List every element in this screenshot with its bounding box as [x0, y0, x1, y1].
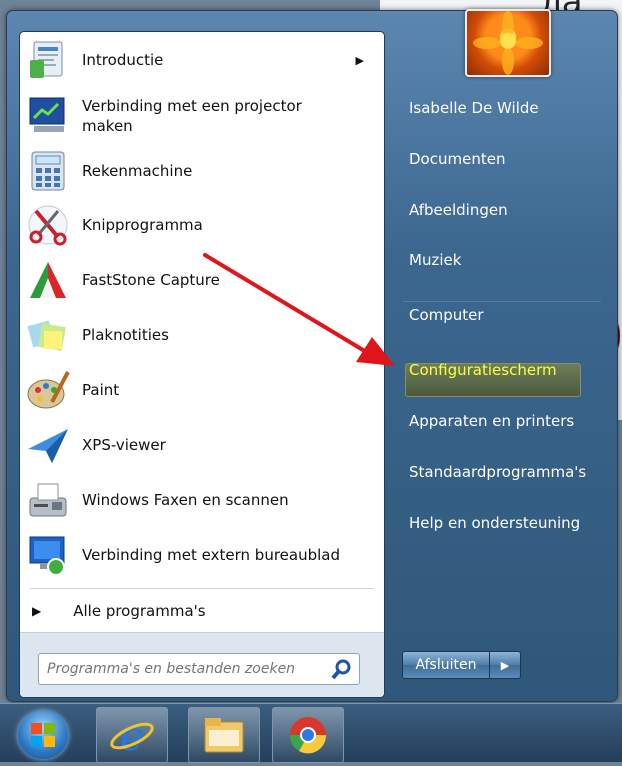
submenu-arrow-icon[interactable]: ▶	[356, 54, 364, 67]
link-isabelle-de-wilde[interactable]: Isabelle De Wilde	[409, 99, 539, 117]
remote-desktop-icon	[26, 533, 70, 577]
program-introductie[interactable]: Introductie ▶	[26, 38, 378, 82]
program-windows-faxen-en-scannen[interactable]: Windows Faxen en scannen	[26, 477, 378, 523]
link-help-en-ondersteuning[interactable]: Help en ondersteuning	[409, 514, 580, 532]
program-paint[interactable]: Paint	[26, 367, 378, 413]
start-button[interactable]	[18, 711, 68, 759]
user-picture[interactable]	[465, 9, 551, 77]
program-knipprogramma[interactable]: Knipprogramma	[26, 202, 378, 248]
search-icon[interactable]	[329, 656, 355, 682]
taskbar-internet-explorer[interactable]: e	[96, 707, 168, 763]
projector-icon	[26, 94, 70, 138]
taskbar: e	[0, 703, 622, 763]
faststone-icon	[26, 258, 70, 302]
link-standaardprogrammas[interactable]: Standaardprogramma's	[409, 463, 586, 481]
scissors-icon	[26, 203, 70, 247]
program-label: Plaknotities	[82, 326, 169, 344]
link-configuratiescherm[interactable]: Configuratiescherm	[409, 361, 557, 379]
link-apparaten-en-printers[interactable]: Apparaten en printers	[409, 412, 574, 430]
program-label: Introductie	[82, 51, 164, 69]
program-xps-viewer[interactable]: XPS-viewer	[26, 422, 378, 468]
start-menu: Introductie ▶ Verbinding met een project…	[6, 9, 618, 702]
introductie-icon	[26, 38, 70, 82]
svg-text:e: e	[120, 714, 144, 760]
shutdown-button[interactable]: Afsluiten	[402, 651, 490, 679]
program-label: Verbinding met een projector maken	[82, 97, 302, 135]
menu-separator	[30, 588, 374, 589]
link-muziek[interactable]: Muziek	[409, 251, 461, 269]
program-projector[interactable]: Verbinding met een projector maken	[26, 92, 378, 140]
taskbar-chrome[interactable]	[272, 707, 344, 763]
search-area	[20, 632, 384, 697]
triangle-right-icon: ▶	[32, 604, 42, 618]
sticky-notes-icon	[26, 313, 70, 357]
programs-pane: Introductie ▶ Verbinding met een project…	[19, 31, 385, 698]
xps-viewer-icon	[26, 423, 70, 467]
chrome-icon	[289, 717, 327, 754]
all-programs-label: Alle programma's	[73, 602, 206, 620]
program-rekenmachine[interactable]: Rekenmachine	[26, 148, 378, 194]
internet-explorer-icon: e	[110, 714, 154, 760]
program-label: XPS-viewer	[82, 436, 166, 454]
program-verbinding-extern-bureaublad[interactable]: Verbinding met extern bureaublad	[26, 532, 378, 578]
program-label: Verbinding met extern bureaublad	[82, 546, 340, 564]
shutdown-options-button[interactable]: ▶	[490, 651, 521, 679]
program-label: Rekenmachine	[82, 162, 193, 180]
program-label: Windows Faxen en scannen	[82, 491, 289, 509]
taskbar-file-explorer[interactable]	[188, 707, 260, 763]
program-label: Paint	[82, 381, 120, 399]
program-label: FastStone Capture	[82, 271, 220, 289]
program-faststone-capture[interactable]: FastStone Capture	[26, 257, 378, 303]
right-separator	[403, 301, 601, 302]
all-programs-button[interactable]: ▶ Alle programma's	[32, 598, 372, 624]
fax-scanner-icon	[26, 478, 70, 522]
program-plaknotities[interactable]: Plaknotities	[26, 312, 378, 358]
link-afbeeldingen[interactable]: Afbeeldingen	[409, 201, 508, 219]
link-computer[interactable]: Computer	[409, 306, 484, 324]
shutdown-group: Afsluiten ▶	[402, 651, 521, 679]
program-label: Knipprogramma	[82, 216, 203, 234]
calculator-icon	[26, 149, 70, 193]
link-documenten[interactable]: Documenten	[409, 150, 505, 168]
search-box[interactable]	[38, 653, 360, 685]
search-input[interactable]	[45, 655, 329, 683]
paint-palette-icon	[26, 368, 70, 412]
file-explorer-icon	[204, 718, 244, 753]
